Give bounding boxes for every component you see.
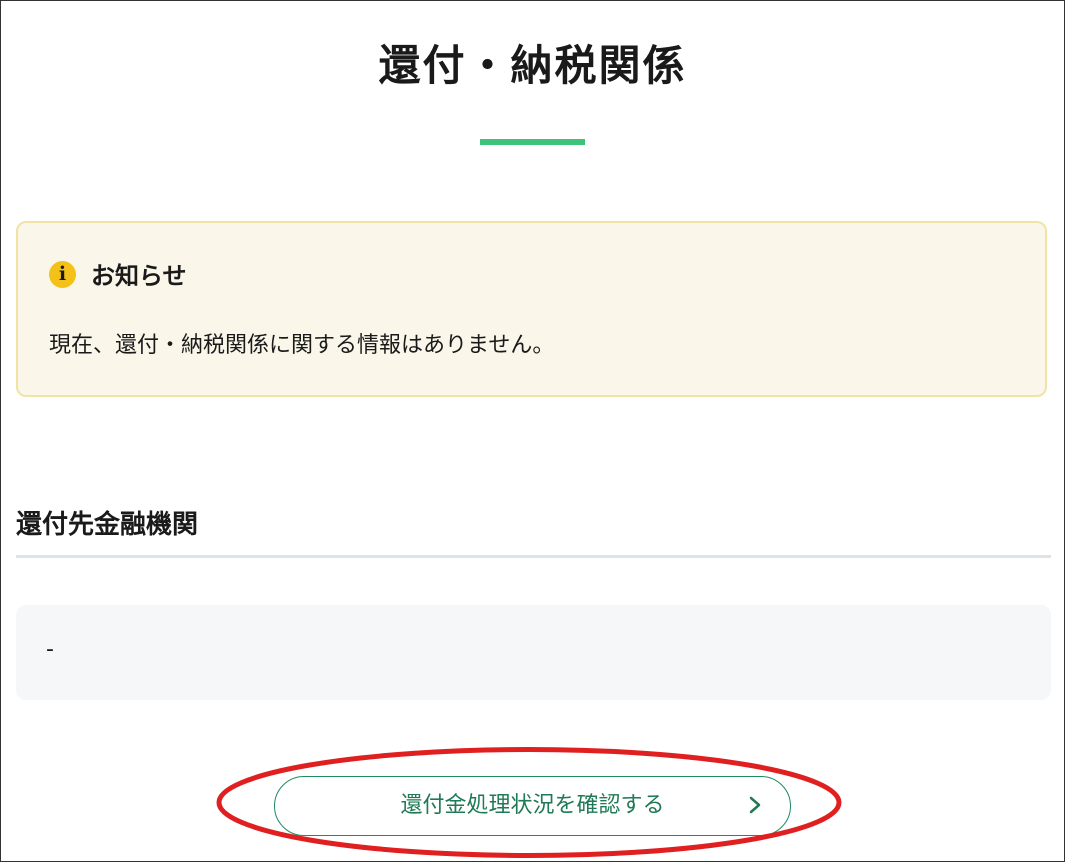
info-icon: i — [49, 261, 76, 288]
refund-bank-value: - — [46, 637, 54, 662]
section-divider — [16, 555, 1051, 558]
title-underline — [480, 139, 585, 145]
check-refund-status-button[interactable]: 還付金処理状況を確認する — [274, 776, 791, 836]
notice-heading: お知らせ — [91, 262, 187, 290]
notice-box: i お知らせ 現在、還付・納税関係に関する情報はありません。 — [16, 221, 1047, 397]
refund-bank-heading: 還付先金融機関 — [16, 510, 199, 540]
check-refund-status-label: 還付金処理状況を確認する — [400, 793, 665, 818]
page-title: 還付・納税関係 — [378, 41, 687, 90]
refund-bank-value-box: - — [16, 605, 1051, 700]
notice-message: 現在、還付・納税関係に関する情報はありません。 — [49, 333, 555, 358]
chevron-right-icon — [749, 796, 761, 814]
page-frame — [0, 0, 1065, 862]
